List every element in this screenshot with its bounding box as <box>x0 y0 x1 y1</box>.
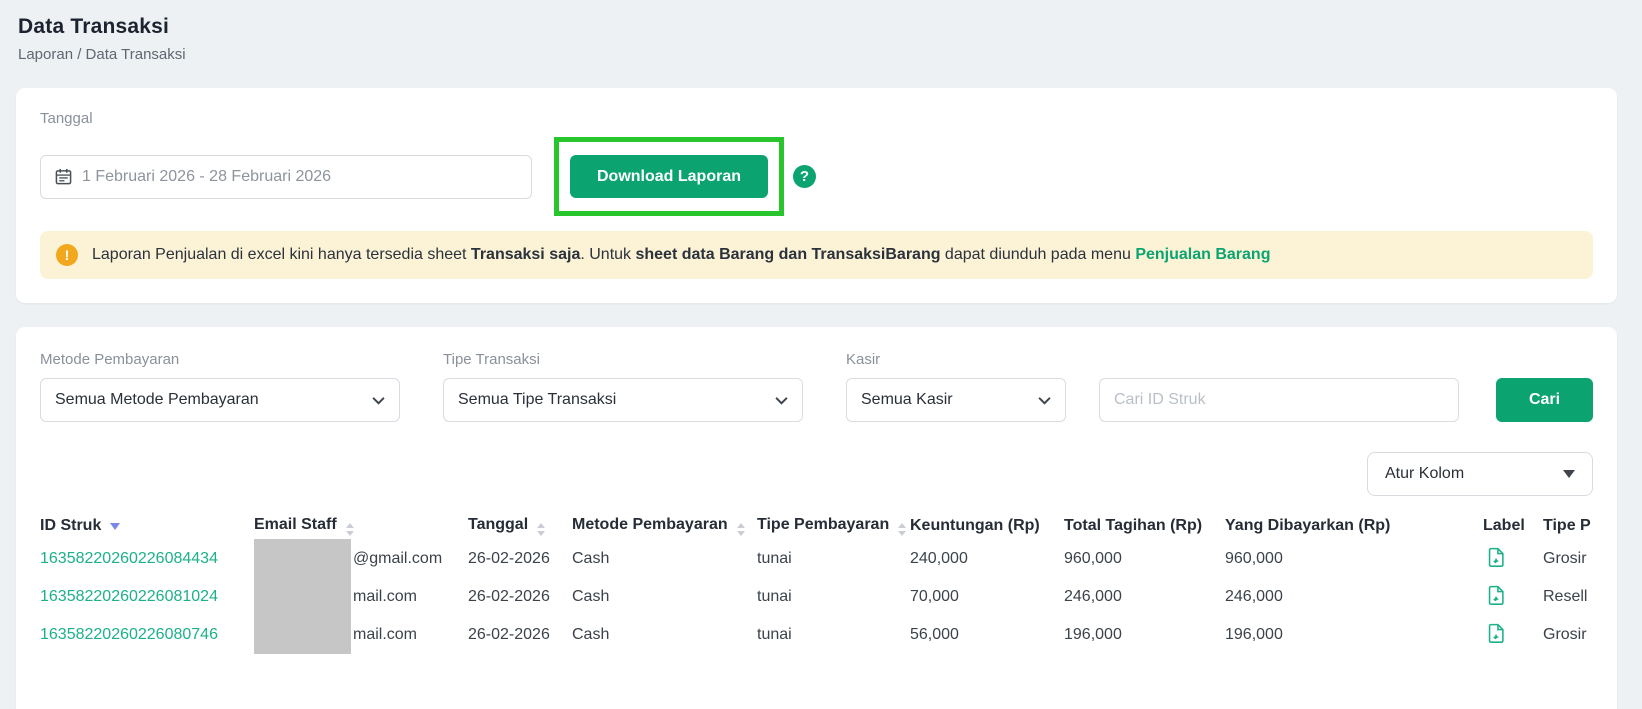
page-title: Data Transaksi <box>18 15 1642 39</box>
table-row: 16358220260226081024 mail.com 26-02-2026Ca… <box>40 578 1593 616</box>
cell-id: 16358220260226081024 <box>40 578 254 616</box>
sort-icon <box>537 523 545 536</box>
cari-button[interactable]: Cari <box>1496 378 1593 422</box>
chevron-down-icon <box>775 396 788 405</box>
annotation-highlight-box: Download Laporan <box>554 137 784 216</box>
pdf-label-icon[interactable] <box>1488 547 1505 567</box>
email-visible-text: @gmail.com <box>353 550 442 567</box>
cell-metode: Cash <box>572 578 757 616</box>
cell-total_tagihan: 960,000 <box>1064 540 1225 578</box>
email-visible-text: mail.com <box>353 626 417 643</box>
table-row: 16358220260226080746 mail.com 26-02-2026Ca… <box>40 616 1593 654</box>
cell-tanggal: 26-02-2026 <box>468 578 572 616</box>
cell-keuntungan: 56,000 <box>910 616 1064 654</box>
cell-label <box>1483 540 1543 578</box>
metode-pembayaran-value: Semua Metode Pembayaran <box>55 391 259 409</box>
cell-keuntungan: 240,000 <box>910 540 1064 578</box>
receipt-id-link[interactable]: 16358220260226080746 <box>40 626 218 643</box>
redacted-email-box <box>254 615 351 654</box>
kasir-value: Semua Kasir <box>861 391 953 409</box>
table-header-row: ID StrukEmail StaffTanggalMetode Pembaya… <box>40 512 1593 540</box>
kasir-select[interactable]: Semua Kasir <box>846 378 1066 422</box>
cell-tanggal: 26-02-2026 <box>468 540 572 578</box>
redacted-email-box <box>254 577 351 617</box>
date-range-value: 1 Februari 2026 - 28 Februari 2026 <box>82 168 331 186</box>
cell-email: mail.com <box>254 616 468 654</box>
column-header-metode[interactable]: Metode Pembayaran <box>572 512 757 540</box>
cell-total_tagihan: 246,000 <box>1064 578 1225 616</box>
cell-tanggal: 26-02-2026 <box>468 616 572 654</box>
cell-label <box>1483 578 1543 616</box>
table-body: 16358220260226084434 @gmail.com 26-02-2026… <box>40 540 1593 654</box>
chevron-down-icon <box>1038 396 1051 405</box>
chevron-down-icon <box>372 396 385 405</box>
column-header-id[interactable]: ID Struk <box>40 512 254 540</box>
kasir-label: Kasir <box>846 351 1066 368</box>
column-header-total_tagihan[interactable]: Total Tagihan (Rp) <box>1064 512 1225 540</box>
cell-tipe_pembayaran: tunai <box>757 578 910 616</box>
cell-label <box>1483 616 1543 654</box>
redacted-email-box <box>254 539 351 579</box>
search-id-struk-input[interactable] <box>1099 378 1459 422</box>
calendar-icon <box>55 168 72 185</box>
sort-icon <box>737 523 745 536</box>
cell-email: @gmail.com <box>254 540 468 578</box>
report-card: Tanggal 1 Februari 2026 - 28 Februari 20… <box>16 88 1617 303</box>
cell-dibayarkan: 196,000 <box>1225 616 1483 654</box>
date-range-input[interactable]: 1 Februari 2026 - 28 Februari 2026 <box>40 155 532 199</box>
column-header-label[interactable]: Label <box>1483 512 1543 540</box>
pdf-label-icon[interactable] <box>1488 623 1505 643</box>
breadcrumb: Laporan / Data Transaksi <box>18 46 1642 63</box>
column-header-tipe_pembayaran[interactable]: Tipe Pembayaran <box>757 512 910 540</box>
cell-tipe_penjualan: Resell <box>1543 578 1593 616</box>
help-icon[interactable]: ? <box>793 165 816 188</box>
sort-icon <box>898 523 906 536</box>
metode-pembayaran-select[interactable]: Semua Metode Pembayaran <box>40 378 400 422</box>
date-label: Tanggal <box>40 110 1593 127</box>
pdf-label-icon[interactable] <box>1488 585 1505 605</box>
cell-metode: Cash <box>572 540 757 578</box>
dropdown-caret-icon <box>1563 470 1575 478</box>
banner-text: Laporan Penjualan di excel kini hanya te… <box>92 246 1270 264</box>
cell-tipe_penjualan: Grosir <box>1543 616 1593 654</box>
column-header-tanggal[interactable]: Tanggal <box>468 512 572 540</box>
cell-total_tagihan: 196,000 <box>1064 616 1225 654</box>
receipt-id-link[interactable]: 16358220260226081024 <box>40 588 218 605</box>
cell-tipe_pembayaran: tunai <box>757 540 910 578</box>
email-visible-text: mail.com <box>353 588 417 605</box>
sort-desc-icon <box>110 523 120 530</box>
cell-dibayarkan: 246,000 <box>1225 578 1483 616</box>
cell-keuntungan: 70,000 <box>910 578 1064 616</box>
page-header: Data Transaksi Laporan / Data Transaksi <box>0 0 1642 63</box>
cell-email: mail.com <box>254 578 468 616</box>
cell-id: 16358220260226080746 <box>40 616 254 654</box>
atur-kolom-label: Atur Kolom <box>1385 465 1464 483</box>
column-header-email[interactable]: Email Staff <box>254 512 468 540</box>
sort-icon <box>346 523 354 536</box>
table-row: 16358220260226084434 @gmail.com 26-02-2026… <box>40 540 1593 578</box>
warning-icon: ! <box>56 244 78 266</box>
transactions-table: ID StrukEmail StaffTanggalMetode Pembaya… <box>40 512 1593 654</box>
cell-id: 16358220260226084434 <box>40 540 254 578</box>
transactions-card: Metode Pembayaran Semua Metode Pembayara… <box>16 327 1617 709</box>
column-header-keuntungan[interactable]: Keuntungan (Rp) <box>910 512 1064 540</box>
receipt-id-link[interactable]: 16358220260226084434 <box>40 550 218 567</box>
tipe-transaksi-select[interactable]: Semua Tipe Transaksi <box>443 378 803 422</box>
atur-kolom-dropdown[interactable]: Atur Kolom <box>1367 452 1593 496</box>
cell-dibayarkan: 960,000 <box>1225 540 1483 578</box>
metode-pembayaran-label: Metode Pembayaran <box>40 351 400 368</box>
info-banner: ! Laporan Penjualan di excel kini hanya … <box>40 231 1593 279</box>
cell-tipe_penjualan: Grosir <box>1543 540 1593 578</box>
tipe-transaksi-label: Tipe Transaksi <box>443 351 803 368</box>
cell-metode: Cash <box>572 616 757 654</box>
column-header-tipe_penjualan[interactable]: Tipe P <box>1543 512 1593 540</box>
download-laporan-button[interactable]: Download Laporan <box>570 155 768 198</box>
column-header-dibayarkan[interactable]: Yang Dibayarkan (Rp) <box>1225 512 1483 540</box>
penjualan-barang-link[interactable]: Penjualan Barang <box>1135 246 1270 263</box>
tipe-transaksi-value: Semua Tipe Transaksi <box>458 391 616 409</box>
cell-tipe_pembayaran: tunai <box>757 616 910 654</box>
